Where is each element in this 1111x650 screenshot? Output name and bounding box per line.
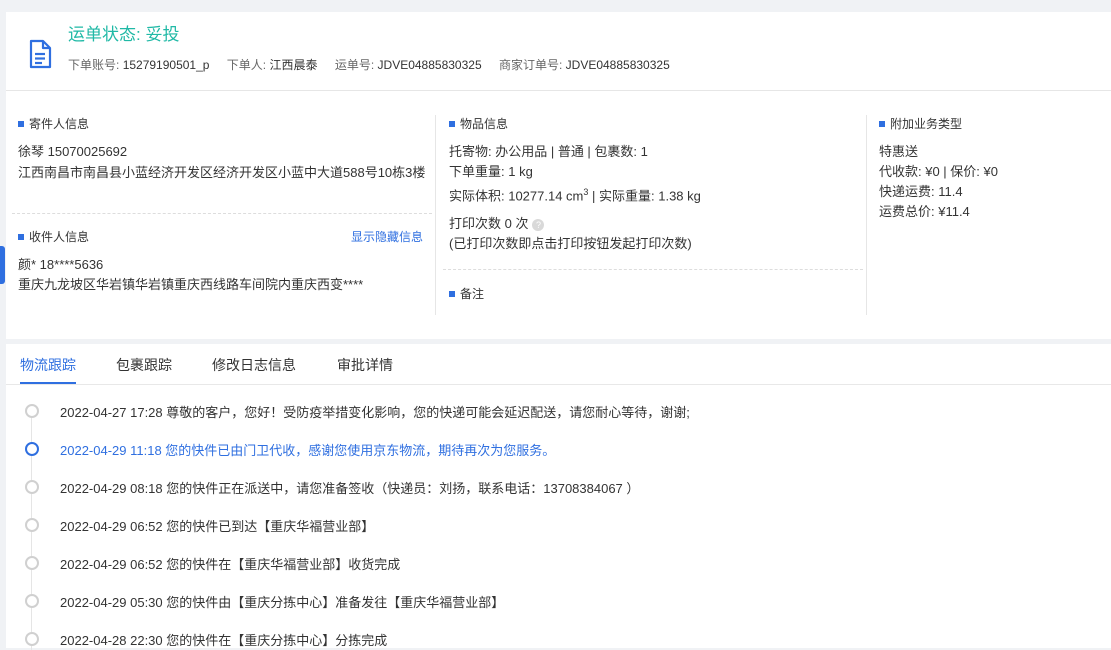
timeline-text: 2022-04-29 11:18 您的快件已由门卫代收，感谢您使用京东物流，期待… bbox=[60, 443, 556, 458]
receiver-title-text: 收件人信息 bbox=[29, 230, 90, 244]
timeline-text: 2022-04-29 05:30 您的快件由【重庆分拣中心】准备发往【重庆华福营… bbox=[60, 595, 505, 610]
goods-title-text: 物品信息 bbox=[460, 117, 509, 131]
tab-approval-details[interactable]: 审批详情 bbox=[337, 355, 393, 375]
merchant-order-value: JDVE04885830325 bbox=[565, 58, 670, 72]
section-marker-icon bbox=[18, 233, 24, 240]
remark-section-title: 备注 bbox=[449, 285, 484, 302]
section-marker-icon bbox=[449, 290, 455, 297]
section-marker-icon bbox=[449, 120, 455, 127]
goods-line-3: 实际体积: 10277.14 cm3 | 实际重量: 1.38 kg bbox=[449, 182, 701, 206]
timeline-text: 2022-04-29 08:18 您的快件正在派送中，请您准备签收（快递员：刘扬… bbox=[60, 481, 640, 496]
extra-service: 特惠送 bbox=[879, 144, 919, 159]
extra-express-fee: 快递运费: 11.4 bbox=[879, 184, 963, 199]
info-card: 寄件人信息 徐琴 15070025692 江西南昌市南昌县小蓝经济开发区经济开发… bbox=[6, 91, 1111, 339]
receiver-address: 重庆九龙坡区华岩镇华岩镇重庆西线路车间院内重庆西变**** bbox=[18, 277, 364, 292]
actual-weight: | 实际重量: 1.38 kg bbox=[588, 188, 701, 204]
side-collapse-handle[interactable] bbox=[0, 246, 5, 284]
timeline-text: 2022-04-29 06:52 您的快件已到达【重庆华福营业部】 bbox=[60, 519, 375, 534]
sender-divider bbox=[12, 213, 432, 214]
placer-value: 江西晨泰 bbox=[269, 58, 318, 72]
order-account-value: 15279190501_p bbox=[122, 58, 210, 72]
column-separator-1 bbox=[435, 115, 436, 315]
timeline-text: 2022-04-28 22:30 您的快件在【重庆分拣中心】分拣完成 bbox=[60, 633, 388, 648]
show-hidden-info-link[interactable]: 显示隐藏信息 bbox=[351, 228, 423, 245]
timeline-text: 2022-04-27 17:28 尊敬的客户，您好！受防疫举措变化影响，您的快递… bbox=[60, 405, 690, 420]
tab-logistics-tracking[interactable]: 物流跟踪 bbox=[20, 355, 76, 375]
tab-change-log[interactable]: 修改日志信息 bbox=[212, 355, 296, 375]
help-icon[interactable]: ? bbox=[532, 218, 545, 231]
merchant-order-label: 商家订单号: bbox=[498, 58, 563, 72]
order-account-label: 下单账号: bbox=[68, 58, 120, 72]
top-strip bbox=[0, 0, 1111, 12]
goods-line-2: 下单重量: 1 kg bbox=[449, 164, 533, 179]
timeline-dot-icon bbox=[25, 518, 39, 532]
remark-title-text: 备注 bbox=[460, 287, 485, 301]
section-marker-icon bbox=[18, 120, 24, 127]
timeline-dot-icon bbox=[25, 632, 39, 646]
extra-total-fee: 运费总价: ¥11.4 bbox=[879, 204, 970, 219]
sender-title-text: 寄件人信息 bbox=[29, 117, 90, 131]
waybill-meta: 下单账号: 15279190501_p 下单人: 江西晨泰 运单号: JDVE0… bbox=[68, 56, 684, 73]
extra-cod: 代收款: ¥0 | 保价: ¥0 bbox=[879, 164, 998, 179]
sender-address: 江西南昌市南昌县小蓝经济开发区经济开发区小蓝中大道588号10栋3楼 bbox=[18, 165, 426, 180]
document-icon bbox=[29, 39, 52, 69]
tracking-card: 物流跟踪 包裹跟踪 修改日志信息 审批详情 2022-04-27 17:28 尊… bbox=[6, 344, 1111, 650]
waybill-detail-page: 运单状态: 妥投 下单账号: 15279190501_p 下单人: 江西晨泰 运… bbox=[0, 0, 1111, 650]
print-count: 打印次数 0 次? bbox=[449, 214, 545, 234]
tab-package-tracking[interactable]: 包裹跟踪 bbox=[116, 355, 172, 375]
sender-section-title: 寄件人信息 bbox=[18, 115, 89, 132]
timeline-dot-active-icon bbox=[25, 442, 39, 456]
active-tab-indicator bbox=[20, 382, 76, 384]
extra-title-text: 附加业务类型 bbox=[890, 117, 963, 131]
waybill-label: 运单号: bbox=[334, 58, 375, 72]
goods-line-1: 托寄物: 办公用品 | 普通 | 包裹数: 1 bbox=[449, 144, 648, 159]
timeline-dot-icon bbox=[25, 594, 39, 608]
timeline-dot-icon bbox=[25, 404, 39, 418]
extra-section-title: 附加业务类型 bbox=[879, 115, 962, 132]
timeline-dot-icon bbox=[25, 480, 39, 494]
waybill-value: JDVE04885830325 bbox=[377, 58, 482, 72]
tab-bar: 物流跟踪 包裹跟踪 修改日志信息 审批详情 bbox=[6, 344, 1111, 385]
sender-name-phone: 徐琴 15070025692 bbox=[18, 144, 128, 159]
receiver-name-phone: 颜* 18****5636 bbox=[18, 257, 104, 272]
timeline-text: 2022-04-29 06:52 您的快件在【重庆华福营业部】收货完成 bbox=[60, 557, 401, 572]
waybill-header: 运单状态: 妥投 下单账号: 15279190501_p 下单人: 江西晨泰 运… bbox=[6, 12, 1111, 90]
placer-label: 下单人: bbox=[226, 58, 267, 72]
goods-section-title: 物品信息 bbox=[449, 115, 508, 132]
actual-volume: 实际体积: 10277.14 cm bbox=[449, 188, 584, 204]
print-note: (已打印次数即点击打印按钮发起打印次数) bbox=[449, 236, 692, 251]
timeline-dot-icon bbox=[25, 556, 39, 570]
waybill-status: 运单状态: 妥投 bbox=[68, 25, 180, 44]
print-count-text: 打印次数 0 次 bbox=[449, 216, 529, 231]
column-separator-2 bbox=[866, 115, 867, 315]
goods-divider bbox=[443, 269, 863, 270]
section-marker-icon bbox=[879, 120, 885, 127]
receiver-section-title: 收件人信息 bbox=[18, 228, 89, 245]
